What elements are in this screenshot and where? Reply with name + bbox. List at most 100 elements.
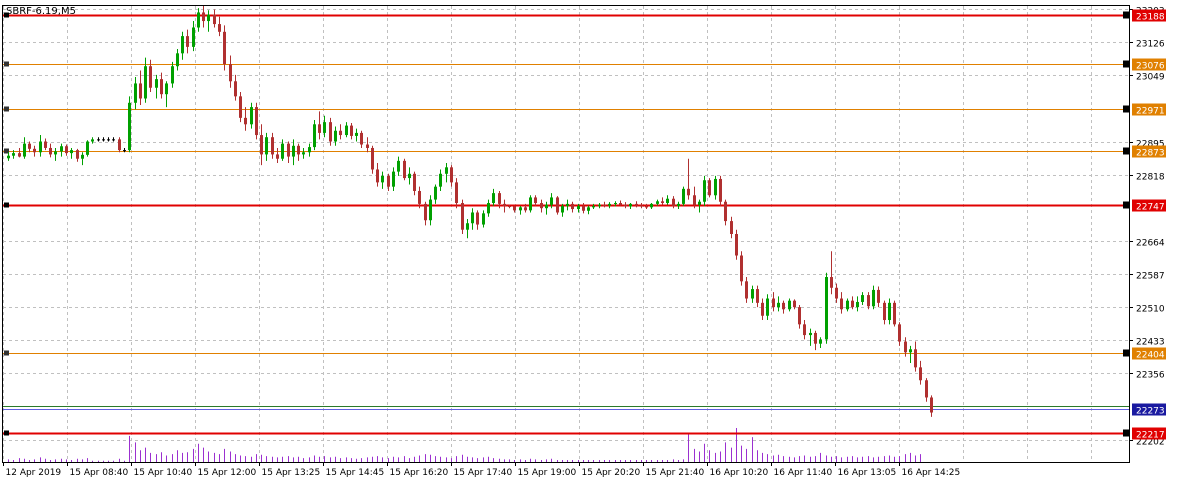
candle-body <box>65 146 68 154</box>
candle-body <box>439 173 442 187</box>
candle-body <box>650 203 653 208</box>
level-end-handle[interactable] <box>1123 201 1130 209</box>
candle-body <box>740 255 743 282</box>
level-anchor-handle[interactable] <box>4 430 9 436</box>
candle-body <box>619 203 622 205</box>
candle-body <box>608 203 611 206</box>
price-chart[interactable]: 2320323126230492289522818226642258722510… <box>0 0 1179 485</box>
level-end-handle[interactable] <box>1123 105 1130 113</box>
level-label-text: 22747 <box>1136 203 1165 213</box>
time-tick-label: 15 Apr 19:00 <box>518 468 577 478</box>
candle-body <box>271 137 274 155</box>
candle-body <box>171 66 174 84</box>
candle-body <box>508 206 511 208</box>
candle-body <box>471 212 474 224</box>
candle-body <box>904 341 907 353</box>
candle-body <box>661 201 664 204</box>
price-tick-label: 23049 <box>1136 73 1165 83</box>
level-anchor-handle[interactable] <box>4 202 9 208</box>
candle-body <box>445 167 448 174</box>
candle-body <box>297 145 300 155</box>
candle-body <box>360 132 363 145</box>
candle-body <box>86 141 89 155</box>
level-anchor-handle[interactable] <box>4 350 9 356</box>
candle-body <box>112 139 115 141</box>
candle-body <box>260 135 263 155</box>
candle-body <box>186 36 189 47</box>
candle-body <box>872 289 875 307</box>
candle-body <box>76 150 79 159</box>
candle-body <box>735 234 738 256</box>
candle-body <box>814 332 817 344</box>
candle-body <box>851 300 854 308</box>
candle-body <box>350 125 353 136</box>
level-label-text: 22404 <box>1136 351 1165 361</box>
candle-body <box>12 153 15 156</box>
candle <box>128 96 131 153</box>
candle-body <box>244 117 247 125</box>
candle-body <box>18 153 21 157</box>
candle-body <box>418 190 421 204</box>
candle-body <box>265 137 268 155</box>
candle <box>255 102 258 140</box>
candle-body <box>529 197 532 211</box>
price-tick-label: 23126 <box>1136 40 1165 50</box>
candle-body <box>91 139 94 142</box>
candle-body <box>930 397 933 413</box>
candle-body <box>893 302 896 325</box>
candle-body <box>250 107 253 125</box>
time-tick-label: 15 Apr 14:45 <box>326 468 385 478</box>
candle-body <box>97 139 100 141</box>
level-end-handle[interactable] <box>1123 429 1130 437</box>
candle-body <box>677 203 680 207</box>
candle-body <box>355 132 358 136</box>
candle-body <box>919 367 922 381</box>
candle-body <box>550 197 553 205</box>
level-label-text: 22971 <box>1136 107 1165 117</box>
candle-body <box>197 12 200 28</box>
candle-body <box>798 307 801 325</box>
level-end-handle[interactable] <box>1123 60 1130 68</box>
candle-body <box>603 204 606 206</box>
candle-body <box>925 380 928 398</box>
level-label-text: 23076 <box>1136 62 1165 72</box>
symbol-label: SBRF-6.19,M5 <box>6 6 76 17</box>
candle-body <box>730 221 733 234</box>
candle-body <box>387 175 390 187</box>
candle-body <box>540 203 543 209</box>
price-tick-label: 22664 <box>1136 239 1165 249</box>
candle-body <box>381 175 384 183</box>
candle-body <box>81 154 84 159</box>
candle-body <box>155 79 158 88</box>
candle-body <box>708 180 711 196</box>
candle-body <box>202 12 205 22</box>
level-anchor-handle[interactable] <box>4 61 9 67</box>
candle-body <box>635 203 638 206</box>
candle-body <box>751 289 754 299</box>
candle-body <box>756 289 759 303</box>
time-tick-label: 16 Apr 10:20 <box>710 468 769 478</box>
candle-body <box>466 223 469 230</box>
candle <box>403 158 406 181</box>
candle-body <box>693 195 696 205</box>
candle-body <box>408 173 411 179</box>
candle-body <box>165 83 168 95</box>
level-end-handle[interactable] <box>1123 11 1130 19</box>
time-tick-label: 15 Apr 10:40 <box>134 468 193 478</box>
candle <box>740 251 743 286</box>
level-anchor-handle[interactable] <box>4 106 9 112</box>
candle-body <box>139 83 142 99</box>
level-end-handle[interactable] <box>1123 349 1130 357</box>
candle-body <box>545 204 548 209</box>
candle-body <box>123 150 126 152</box>
time-tick-label: 15 Apr 12:00 <box>198 468 257 478</box>
level-end-handle[interactable] <box>1123 147 1130 155</box>
candle-body <box>434 186 437 200</box>
candle-body <box>698 201 701 205</box>
candle <box>682 186 685 207</box>
candle-body <box>397 160 400 172</box>
time-tick-label: 12 Apr 2019 <box>6 468 62 478</box>
candle-body <box>587 207 590 211</box>
candle-body <box>840 298 843 310</box>
candle-body <box>118 139 121 151</box>
